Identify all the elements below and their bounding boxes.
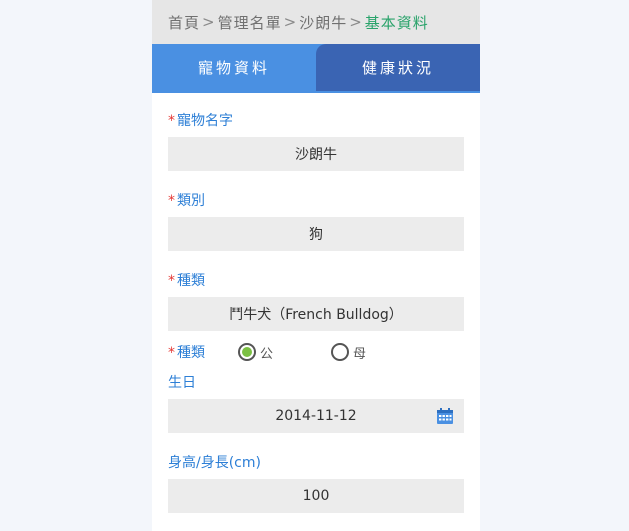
tab-bar: 寵物資料 健康狀況 — [152, 44, 480, 91]
category-label: * 類別 — [168, 193, 205, 209]
category-field[interactable]: 狗 — [168, 217, 464, 251]
breadcrumb-manage[interactable]: 管理名單 — [218, 12, 282, 33]
required-mark: * — [168, 193, 175, 209]
required-mark: * — [168, 345, 175, 361]
breadcrumb-separator: > — [283, 13, 298, 31]
birthday-value: 2014-11-12 — [275, 408, 357, 424]
sex-radio-female[interactable]: 母 — [331, 343, 366, 362]
breed-label: * 種類 — [168, 273, 205, 289]
birthday-field[interactable]: 2014-11-12 — [168, 399, 464, 433]
height-label: 身高/身長(cm) — [168, 455, 261, 471]
breadcrumb-pet[interactable]: 沙朗牛 — [299, 12, 347, 33]
app-screen: 首頁 > 管理名單 > 沙朗牛 > 基本資料 寵物資料 健康狀況 * 寵物名字 沙… — [152, 0, 480, 531]
breed-field[interactable]: 鬥牛犬（French Bulldog） — [168, 297, 464, 331]
breadcrumb-home[interactable]: 首頁 — [168, 12, 200, 33]
tab-health-status[interactable]: 健康狀況 — [316, 44, 480, 91]
radio-label: 母 — [353, 346, 367, 362]
height-field[interactable]: 100 — [168, 479, 464, 513]
pet-name-field[interactable]: 沙朗牛 — [168, 137, 464, 171]
breadcrumb-separator: > — [202, 13, 216, 31]
breadcrumb-current: 基本資料 — [364, 13, 429, 32]
breadcrumb: 首頁 > 管理名單 > 沙朗牛 > 基本資料 — [152, 0, 480, 44]
pet-form: * 寵物名字 沙朗牛 * 類別 狗 * 種類 鬥牛犬（French Bulldog） … — [152, 93, 480, 513]
sex-label: * 種類 — [168, 345, 205, 361]
required-mark: * — [168, 113, 175, 129]
pet-name-label: * 寵物名字 — [168, 113, 233, 129]
tab-pet-info[interactable]: 寵物資料 — [152, 44, 316, 91]
sex-row: * 種類 公 母 — [168, 337, 464, 367]
sex-radio-male[interactable]: 公 — [238, 343, 273, 362]
required-mark: * — [168, 273, 175, 289]
birthday-label: 生日 — [168, 375, 196, 391]
radio-label: 公 — [260, 346, 274, 362]
calendar-icon[interactable] — [436, 407, 454, 425]
radio-selected-icon — [238, 343, 256, 361]
radio-unselected-icon — [331, 343, 350, 361]
breadcrumb-separator: > — [349, 13, 363, 31]
